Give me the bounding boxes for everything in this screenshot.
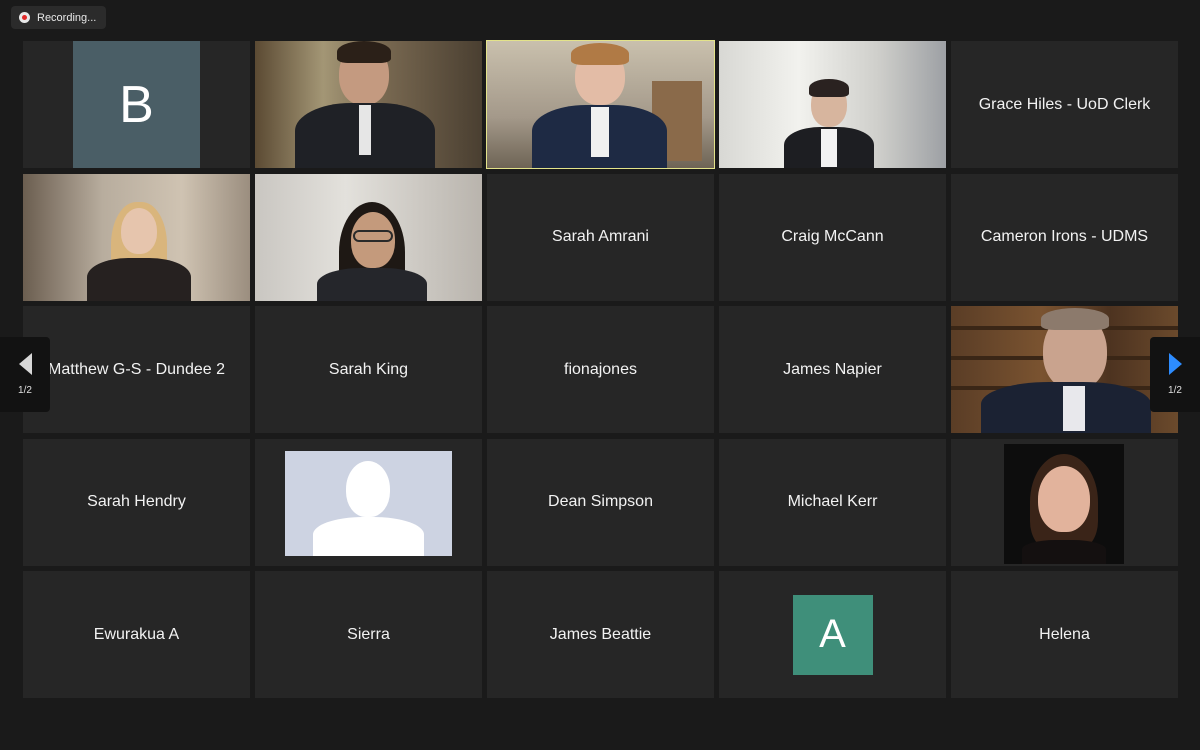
participant-name: Matthew G-S - Dundee 2	[48, 360, 225, 378]
chevron-left-icon	[18, 353, 32, 375]
participant-tile[interactable]: Sarah Amrani	[487, 173, 714, 301]
participant-tile[interactable]: Grace Hiles - UoD Clerk	[951, 41, 1178, 168]
participant-video	[951, 306, 1178, 433]
recording-label: Recording...	[37, 11, 97, 24]
participant-video-tile[interactable]	[255, 173, 482, 301]
page-indicator: 1/2	[1168, 385, 1182, 396]
avatar: A	[792, 594, 873, 675]
participant-video-tile[interactable]	[719, 41, 946, 168]
participant-name: Dean Simpson	[548, 493, 653, 510]
participant-tile[interactable]: James Beattie	[487, 571, 714, 698]
page-indicator: 1/2	[18, 385, 32, 396]
participant-tile[interactable]: Craig McCann	[719, 173, 946, 301]
participant-tile[interactable]: fionajones	[487, 306, 714, 433]
avatar: B	[73, 41, 200, 168]
recording-indicator[interactable]: Recording...	[11, 6, 107, 29]
participant-tile[interactable]: Sarah King	[255, 306, 482, 433]
participant-name: Ewurakua A	[93, 625, 180, 643]
participant-tile-no-photo[interactable]	[255, 438, 482, 566]
participant-name: Sarah Hendry	[87, 493, 186, 510]
participant-tile[interactable]: Sarah Hendry	[23, 438, 250, 566]
participant-video-tile[interactable]	[951, 306, 1178, 433]
participant-tile[interactable]: Dean Simpson	[487, 438, 714, 566]
participant-tile[interactable]: James Napier	[719, 306, 946, 433]
chevron-right-icon	[1168, 353, 1182, 375]
participant-tile[interactable]: Cameron Irons - UDMS	[951, 173, 1178, 301]
participant-name: Michael Kerr	[787, 493, 878, 510]
participant-name: Grace Hiles - UoD Clerk	[978, 95, 1151, 113]
participant-name: Cameron Irons - UDMS	[980, 228, 1149, 245]
participant-tile[interactable]: Michael Kerr	[719, 438, 946, 566]
participant-video	[719, 41, 946, 168]
participant-name: James Napier	[783, 360, 882, 378]
participant-tile-profile-photo[interactable]	[951, 438, 1178, 566]
previous-page-button[interactable]: 1/2	[0, 337, 50, 412]
participant-name: James Beattie	[549, 625, 652, 643]
participant-name: Helena	[1039, 625, 1090, 643]
participant-tile[interactable]: Helena	[951, 571, 1178, 698]
participant-tile[interactable]: Matthew G-S - Dundee 2	[23, 306, 250, 433]
participant-video	[255, 173, 482, 301]
gallery-grid: B Grace Hiles - UoD Clerk Sarah Amrani C…	[23, 40, 1178, 698]
participant-name: Craig McCann	[781, 228, 884, 245]
participant-name: Sarah King	[328, 360, 409, 378]
participant-video	[255, 41, 482, 168]
participant-tile-avatar-b[interactable]: B	[23, 41, 250, 168]
participant-video	[23, 173, 250, 301]
participant-tile[interactable]: Sierra	[255, 571, 482, 698]
participant-video-tile[interactable]	[23, 173, 250, 301]
participant-video-tile[interactable]	[255, 41, 482, 168]
participant-name: fionajones	[564, 360, 637, 378]
participant-name: Sierra	[347, 625, 390, 643]
participant-video-tile-active-speaker[interactable]	[486, 40, 715, 169]
profile-photo	[1004, 443, 1124, 564]
participant-video	[487, 41, 714, 168]
participant-name: Sarah Amrani	[552, 228, 649, 245]
record-icon	[19, 12, 30, 23]
next-page-button[interactable]: 1/2	[1150, 337, 1200, 412]
participant-tile-avatar-a[interactable]: A	[719, 571, 946, 698]
default-avatar-icon	[285, 450, 452, 556]
participant-tile[interactable]: Ewurakua A	[23, 571, 250, 698]
